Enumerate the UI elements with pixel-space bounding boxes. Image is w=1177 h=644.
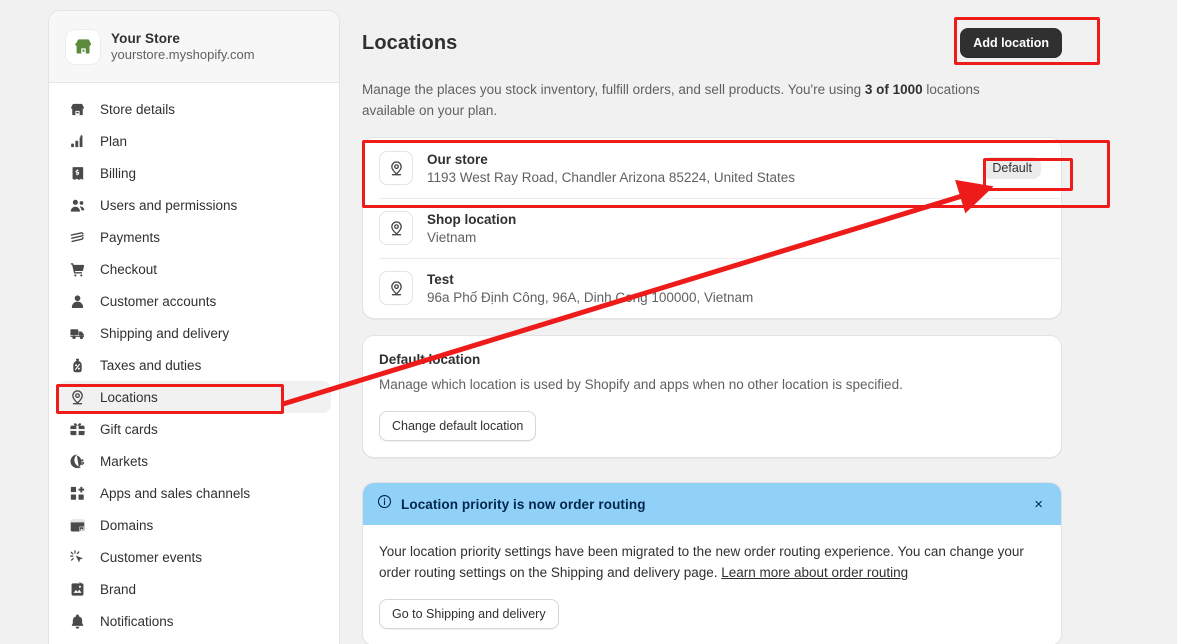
apps-grid-icon <box>67 483 87 503</box>
sidebar-item-label: Markets <box>100 454 148 469</box>
add-location-button[interactable]: Add location <box>960 28 1062 58</box>
sidebar-item-notifications[interactable]: Notifications <box>57 605 331 637</box>
store-name: Your Store <box>111 31 255 46</box>
sidebar-nav: Store details Plan Billing Users and permis… <box>49 83 339 637</box>
sidebar-item-billing[interactable]: Billing <box>57 157 331 189</box>
banner-title: Location priority is now order routing <box>401 497 1021 512</box>
description-prefix: Manage the places you stock inventory, f… <box>362 82 865 97</box>
banner-header: Location priority is now order routing × <box>363 483 1061 525</box>
sidebar-item-label: Payments <box>100 230 160 245</box>
page-description: Manage the places you stock inventory, f… <box>362 79 1017 121</box>
chart-bars-icon <box>67 131 87 151</box>
sidebar-item-domains[interactable]: Domains <box>57 509 331 541</box>
delivery-truck-icon <box>67 323 87 343</box>
sidebar-item-label: Locations <box>100 390 158 405</box>
sidebar-item-label: Apps and sales channels <box>100 486 250 501</box>
location-pin-icon <box>67 387 87 407</box>
banner-text: Your location priority settings have bee… <box>379 544 1024 580</box>
sidebar-item-apps-and-sales-channels[interactable]: Apps and sales channels <box>57 477 331 509</box>
sidebar-item-checkout[interactable]: Checkout <box>57 253 331 285</box>
sidebar-item-label: Customer events <box>100 550 202 565</box>
sidebar-item-label: Taxes and duties <box>100 358 201 373</box>
sidebar-item-markets[interactable]: Markets <box>57 445 331 477</box>
locations-list-card: Our store 1193 West Ray Road, Chandler Ar… <box>362 137 1062 319</box>
default-location-title: Default location <box>379 352 1045 367</box>
sidebar-item-customer-events[interactable]: Customer events <box>57 541 331 573</box>
domains-window-icon <box>67 515 87 535</box>
location-row[interactable]: Shop location Vietnam <box>363 198 1061 258</box>
sidebar-item-taxes-and-duties[interactable]: Taxes and duties <box>57 349 331 381</box>
main-content: Locations Add location Manage the places… <box>362 0 1177 644</box>
sidebar-item-label: Domains <box>100 518 153 533</box>
globe-dollar-icon <box>67 451 87 471</box>
bell-icon <box>67 611 87 631</box>
page-title: Locations <box>362 32 457 55</box>
default-location-body: Manage which location is used by Shopify… <box>379 375 1045 395</box>
store-domain: yourstore.myshopify.com <box>111 47 255 62</box>
description-count: 3 of 1000 <box>865 82 923 97</box>
location-pin-icon <box>379 211 413 245</box>
sidebar-item-label: Checkout <box>100 262 157 277</box>
settings-sidebar: Your Store yourstore.myshopify.com Store… <box>48 10 340 644</box>
tax-tag-icon <box>67 355 87 375</box>
sidebar-item-users-and-permissions[interactable]: Users and permissions <box>57 189 331 221</box>
receipt-dollar-icon <box>67 163 87 183</box>
location-row[interactable]: Our store 1193 West Ray Road, Chandler Ar… <box>363 138 1061 198</box>
storefront-icon <box>67 99 87 119</box>
sidebar-item-gift-cards[interactable]: Gift cards <box>57 413 331 445</box>
sidebar-item-label: Users and permissions <box>100 198 237 213</box>
gift-card-icon <box>67 419 87 439</box>
location-row[interactable]: Test 96a Phố Định Công, 96A, Dinh Cong 10… <box>363 258 1061 318</box>
location-address: 1193 West Ray Road, Chandler Arizona 852… <box>427 170 969 185</box>
learn-more-link[interactable]: Learn more about order routing <box>721 565 908 580</box>
payments-card-icon <box>67 227 87 247</box>
sidebar-item-customer-accounts[interactable]: Customer accounts <box>57 285 331 317</box>
sidebar-item-label: Plan <box>100 134 127 149</box>
sidebar-item-label: Store details <box>100 102 175 117</box>
sidebar-item-label: Brand <box>100 582 136 597</box>
close-icon[interactable]: × <box>1030 495 1047 514</box>
sidebar-item-label: Gift cards <box>100 422 158 437</box>
storefront-icon <box>66 30 100 64</box>
sidebar-item-label: Notifications <box>100 614 174 629</box>
banner-body: Your location priority settings have bee… <box>363 525 1061 644</box>
sidebar-item-plan[interactable]: Plan <box>57 125 331 157</box>
sidebar-item-label: Customer accounts <box>100 294 216 309</box>
order-routing-banner: Location priority is now order routing ×… <box>362 482 1062 644</box>
sidebar-item-payments[interactable]: Payments <box>57 221 331 253</box>
sidebar-item-brand[interactable]: Brand <box>57 573 331 605</box>
location-address: 96a Phố Định Công, 96A, Dinh Cong 100000… <box>427 290 1045 305</box>
location-pin-icon <box>379 151 413 185</box>
sidebar-item-label: Billing <box>100 166 136 181</box>
shopping-cart-icon <box>67 259 87 279</box>
cursor-click-icon <box>67 547 87 567</box>
change-default-location-button[interactable]: Change default location <box>379 411 536 441</box>
locations-settings-page: Your Store yourstore.myshopify.com Store… <box>0 0 1177 644</box>
sidebar-item-locations[interactable]: Locations <box>57 381 331 413</box>
default-location-card: Default location Manage which location i… <box>362 335 1062 458</box>
location-name: Our store <box>427 152 969 167</box>
users-icon <box>67 195 87 215</box>
store-header[interactable]: Your Store yourstore.myshopify.com <box>49 11 339 83</box>
location-name: Shop location <box>427 212 1045 227</box>
default-badge: Default <box>983 157 1041 179</box>
location-pin-icon <box>379 271 413 305</box>
location-address: Vietnam <box>427 230 1045 245</box>
person-icon <box>67 291 87 311</box>
go-to-shipping-button[interactable]: Go to Shipping and delivery <box>379 599 559 629</box>
brand-image-icon <box>67 579 87 599</box>
sidebar-item-label: Shipping and delivery <box>100 326 229 341</box>
location-name: Test <box>427 272 1045 287</box>
info-circle-icon <box>377 494 392 514</box>
sidebar-item-shipping-and-delivery[interactable]: Shipping and delivery <box>57 317 331 349</box>
sidebar-item-store-details[interactable]: Store details <box>57 93 331 125</box>
page-header: Locations Add location <box>362 0 1177 58</box>
